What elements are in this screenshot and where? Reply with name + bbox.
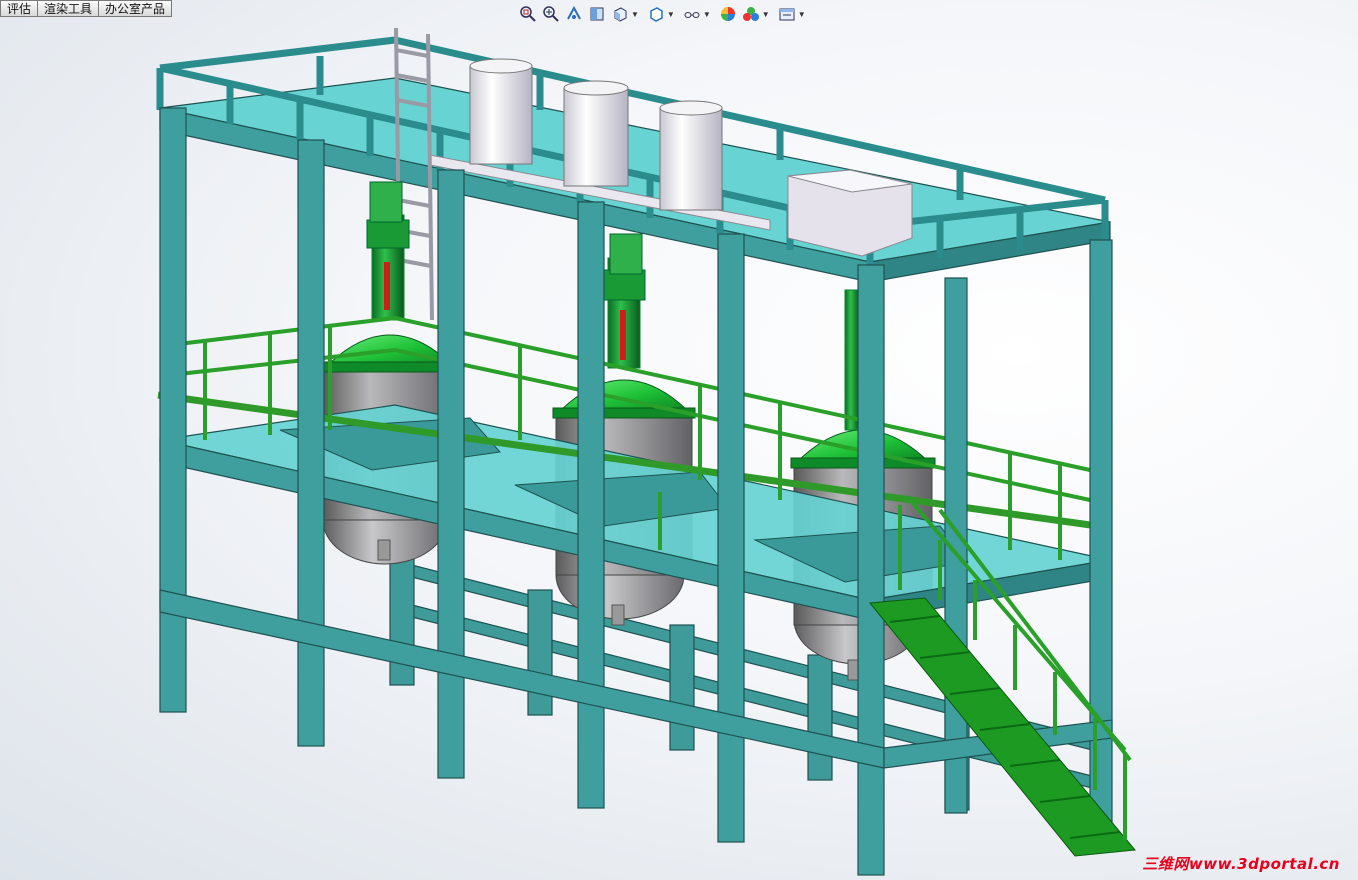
edit-appearance-icon[interactable] — [718, 4, 738, 24]
view-orientation-icon[interactable] — [610, 4, 630, 24]
hide-show-items-icon[interactable] — [682, 4, 702, 24]
view-settings-icon[interactable] — [777, 4, 797, 24]
zoom-to-fit-icon[interactable] — [518, 4, 538, 24]
chevron-down-icon[interactable]: ▼ — [703, 10, 711, 19]
chevron-down-icon[interactable]: ▼ — [631, 10, 639, 19]
chevron-down-icon[interactable]: ▼ — [667, 10, 675, 19]
watermark: 三维网www.3dportal.cn — [1142, 855, 1340, 873]
apply-scene-icon[interactable] — [741, 4, 761, 24]
command-manager-tabs: 评估 渲染工具 办公室产品 — [0, 0, 173, 18]
zoom-to-area-icon[interactable] — [541, 4, 561, 24]
cad-viewport[interactable] — [0, 0, 1358, 880]
chevron-down-icon[interactable]: ▼ — [798, 10, 806, 19]
chevron-down-icon[interactable]: ▼ — [762, 10, 770, 19]
tab-office-products[interactable]: 办公室产品 — [99, 0, 173, 17]
section-view-icon[interactable] — [587, 4, 607, 24]
heads-up-view-toolbar: ▼ ▼ ▼ ▼ ▼ — [518, 2, 810, 26]
previous-view-icon[interactable] — [564, 4, 584, 24]
display-style-icon[interactable] — [646, 4, 666, 24]
tab-render-tools[interactable]: 渲染工具 — [38, 0, 100, 17]
tab-evaluate[interactable]: 评估 — [0, 0, 39, 17]
